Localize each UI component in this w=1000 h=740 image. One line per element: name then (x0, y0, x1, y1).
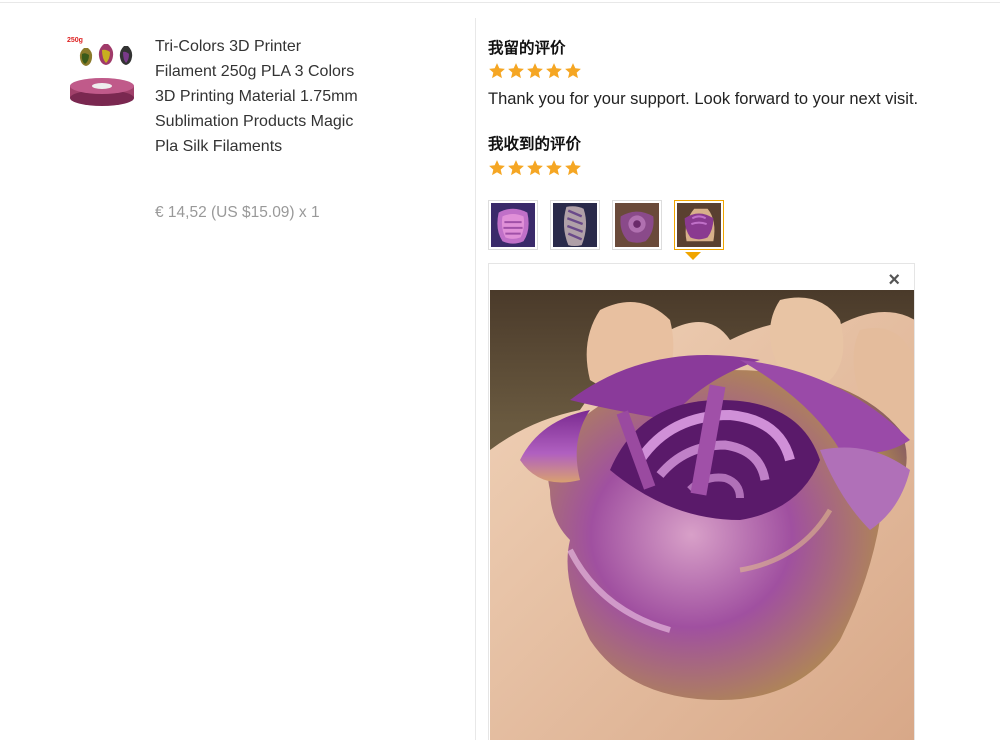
photo-viewer: × (488, 263, 915, 740)
thumb-badge: 250g (67, 37, 83, 44)
star-icon (546, 63, 562, 79)
review-photo-thumb-4-selected[interactable] (674, 200, 724, 250)
review-photo-strip (488, 200, 724, 250)
close-icon[interactable]: × (888, 270, 900, 290)
selected-photo-pointer (685, 252, 701, 260)
my-review-heading: 我留的评价 (488, 40, 566, 57)
photo-thumb-image (615, 203, 659, 247)
star-icon (489, 160, 505, 176)
star-icon (489, 63, 505, 79)
star-icon (565, 63, 581, 79)
product-title[interactable]: Tri-Colors 3D Printer Filament 250g PLA … (155, 34, 365, 159)
received-review-heading: 我收到的评价 (488, 136, 582, 153)
star-icon (546, 160, 562, 176)
star-icon (527, 63, 543, 79)
review-photo-thumb-3[interactable] (612, 200, 662, 250)
my-review-text: Thank you for your support. Look forward… (488, 90, 919, 108)
photo-thumb-image (677, 203, 721, 247)
star-icon (508, 63, 524, 79)
column-divider (475, 18, 476, 740)
review-photo-thumb-2[interactable] (550, 200, 600, 250)
star-icon (565, 160, 581, 176)
review-photo-large[interactable] (490, 290, 915, 740)
star-icon (527, 160, 543, 176)
photo-thumb-image (491, 203, 535, 247)
photo-thumb-image (553, 203, 597, 247)
review-photo-thumb-1[interactable] (488, 200, 538, 250)
star-icon (508, 160, 524, 176)
top-divider (0, 2, 1000, 3)
product-thumbnail[interactable]: 250g (66, 34, 138, 108)
received-review-stars (488, 159, 582, 177)
product-price: € 14,52 (US $15.09) x 1 (155, 204, 320, 221)
my-review-stars (488, 62, 582, 80)
